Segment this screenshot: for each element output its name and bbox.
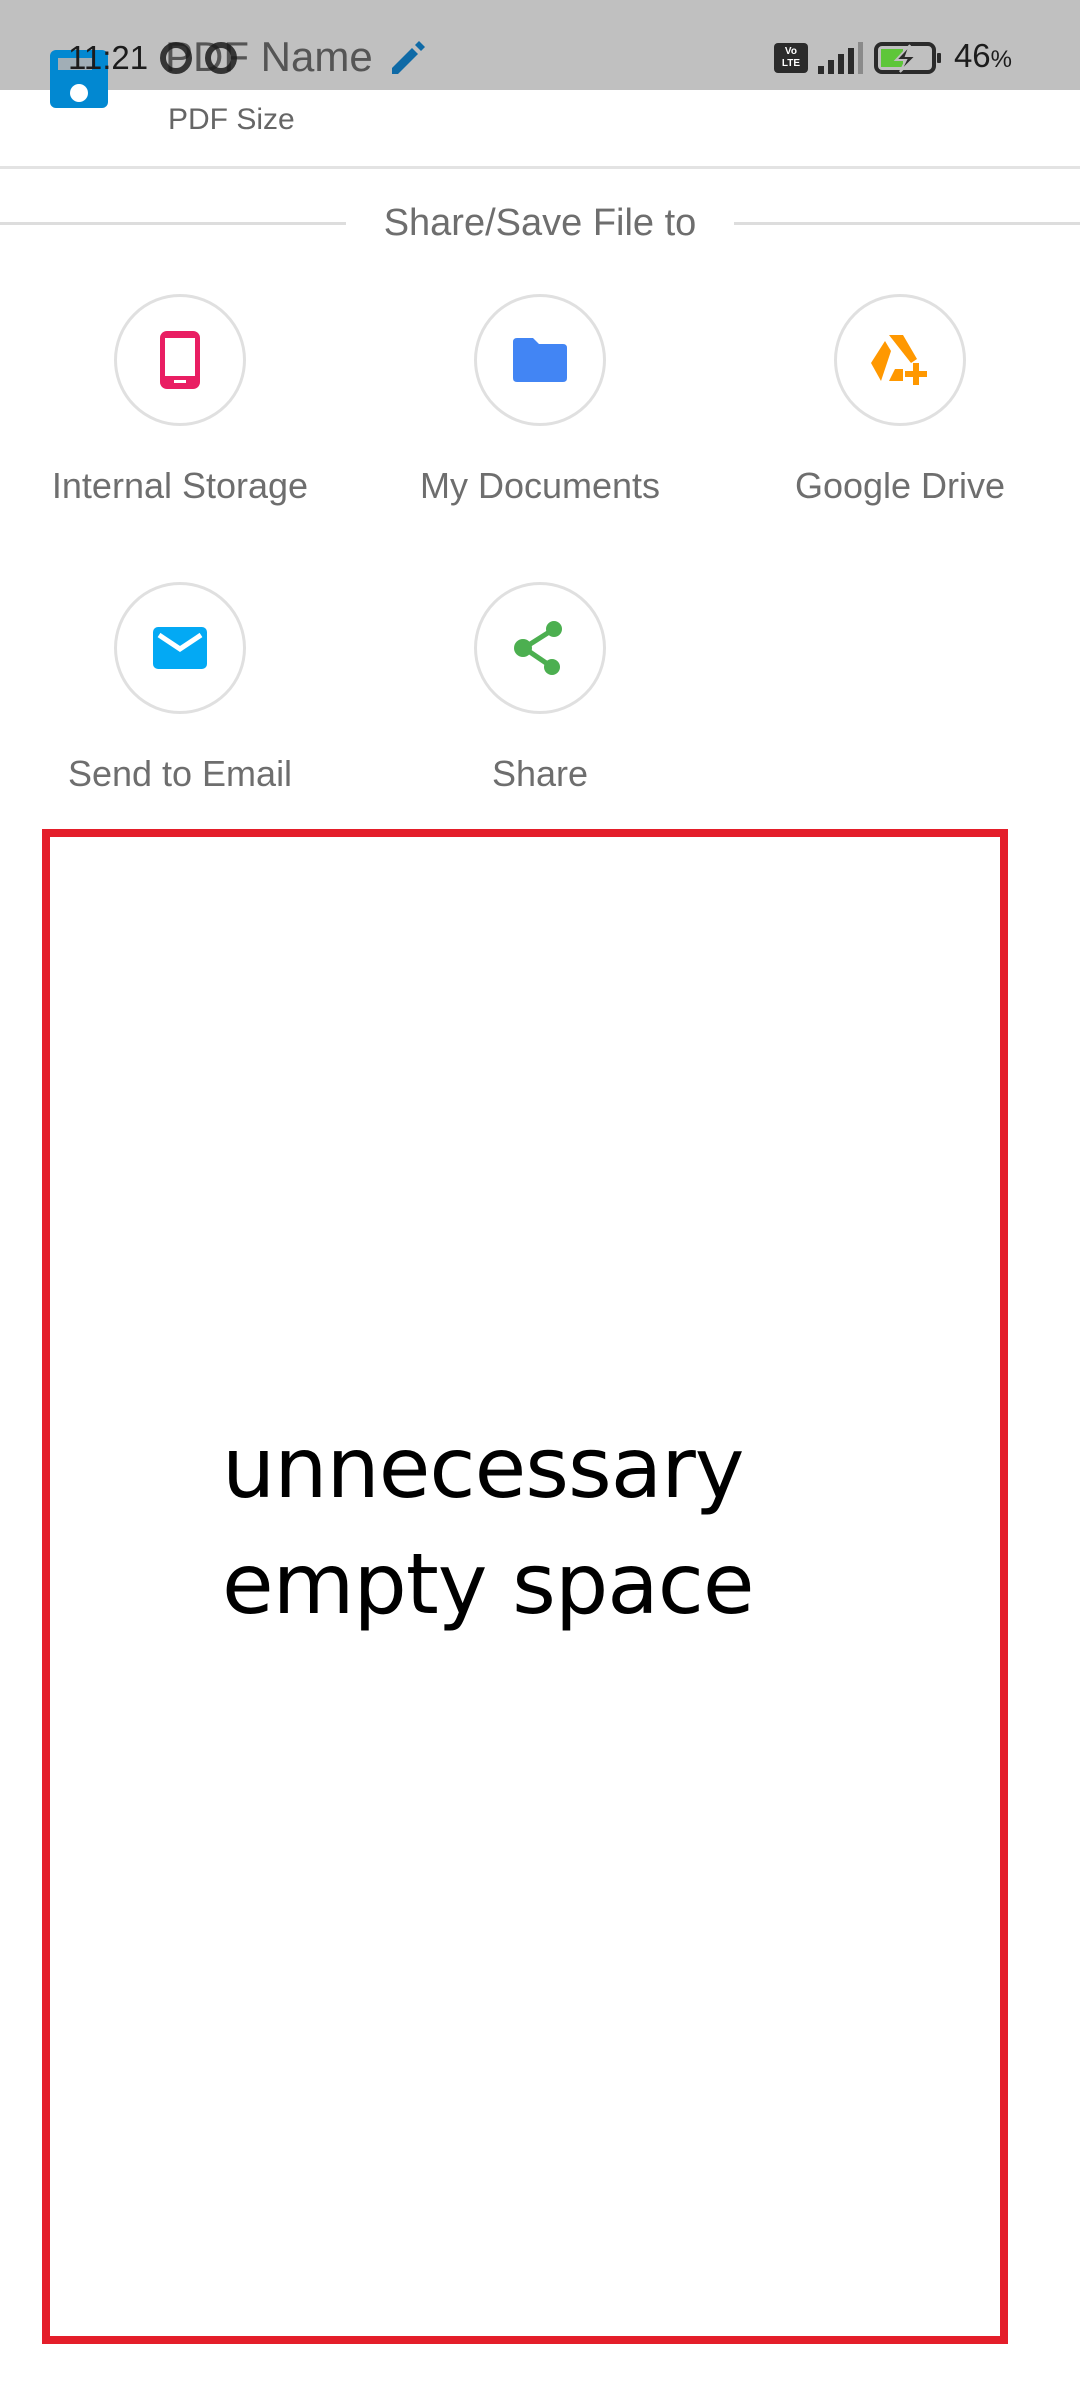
- status-indicators: Vo LTE 46%: [773, 37, 1012, 76]
- smartphone-icon: [160, 331, 200, 389]
- option-internal-storage[interactable]: Internal Storage: [30, 294, 330, 508]
- section-title: Share/Save File to: [0, 195, 1080, 251]
- option-label: Send to Email: [67, 753, 293, 794]
- option-label: My Documents: [419, 465, 661, 506]
- google-drive-add-icon: [871, 335, 927, 385]
- file-header: PDF Name PDF Size: [0, 0, 1080, 168]
- option-label: Internal Storage: [51, 465, 309, 506]
- pdf-name: PDF Name: [165, 33, 373, 80]
- option-google-drive[interactable]: Google Drive: [750, 294, 1050, 508]
- option-button[interactable]: [114, 582, 246, 714]
- volte-icon: Vo LTE: [773, 43, 808, 73]
- option-label: Google Drive: [794, 465, 1006, 506]
- option-button[interactable]: [114, 294, 246, 426]
- annotation-text: unnecessary empty space: [222, 1410, 755, 1642]
- option-button[interactable]: [474, 294, 606, 426]
- option-label: Share: [491, 753, 589, 794]
- option-send-to-email[interactable]: Send to Email: [30, 582, 330, 796]
- annotation-line-1: unnecessary: [222, 1419, 745, 1517]
- signal-icon: [817, 42, 863, 74]
- option-my-documents[interactable]: My Documents: [390, 294, 690, 508]
- notification-icon: [160, 42, 192, 74]
- pdf-size: PDF Size: [168, 103, 295, 136]
- option-share[interactable]: Share: [390, 582, 690, 796]
- option-button[interactable]: [834, 294, 966, 426]
- section-header: Share/Save File to: [0, 195, 1080, 251]
- share-icon: [514, 621, 562, 675]
- status-time: 11:21: [68, 39, 149, 76]
- battery-charging-icon: [873, 42, 941, 74]
- notification-icon: [205, 42, 237, 74]
- folder-icon: [513, 338, 567, 382]
- option-button[interactable]: [474, 582, 606, 714]
- email-icon: [153, 627, 207, 669]
- battery-percent: 46%: [953, 37, 1012, 74]
- annotation-line-2: empty space: [222, 1535, 755, 1633]
- pencil-icon[interactable]: [388, 38, 428, 78]
